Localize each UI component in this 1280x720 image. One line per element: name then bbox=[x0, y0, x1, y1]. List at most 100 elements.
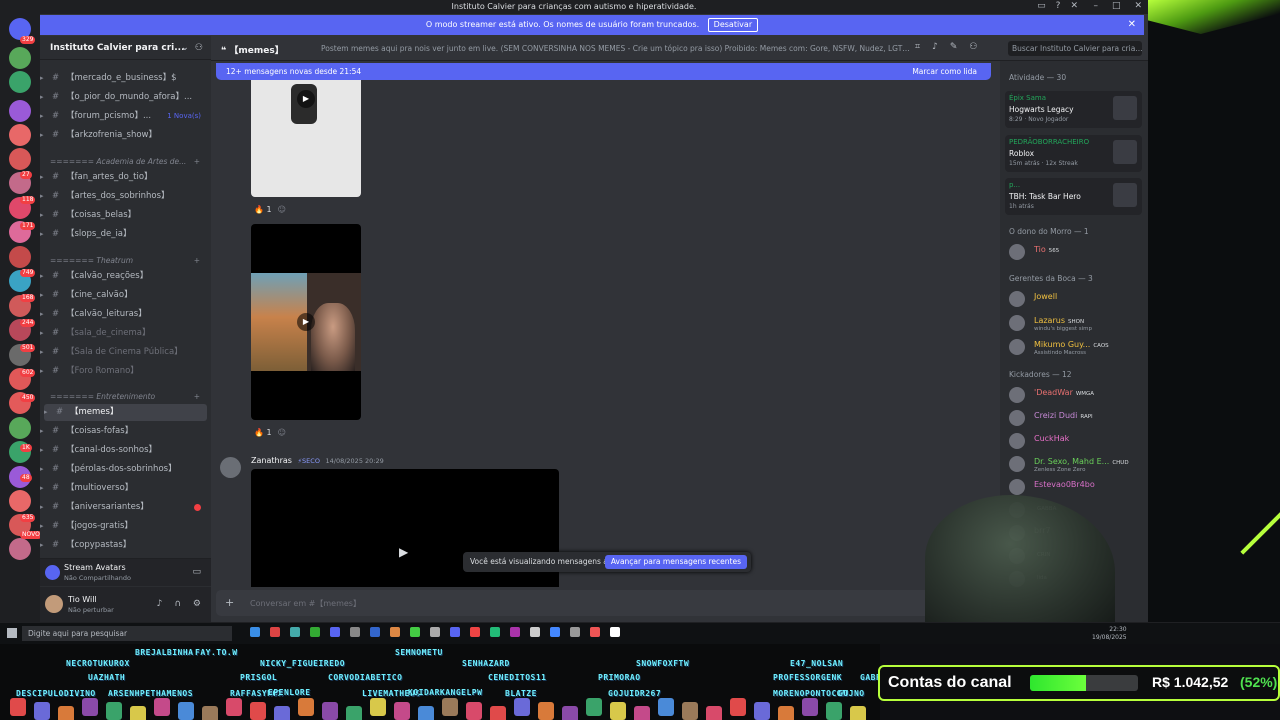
message-composer[interactable]: + Conversar em #【memes】 bbox=[216, 590, 991, 616]
channel-item[interactable]: ▸ # 【forum_pcismo】... 1 Nova(s) bbox=[40, 108, 211, 125]
channel-item[interactable]: ▸ # 【multioverso】 bbox=[40, 480, 211, 497]
taskbar-app-icon[interactable] bbox=[270, 627, 280, 637]
channel-item[interactable]: ▸ # 【Foro Romano】 bbox=[40, 363, 211, 380]
mark-read-button[interactable]: Marcar como lida bbox=[912, 63, 977, 80]
screen-share-icon[interactable]: ▭ bbox=[192, 567, 201, 577]
member-item[interactable]: 'DeadWar WMGA bbox=[1009, 385, 1145, 405]
composer-placeholder[interactable]: Conversar em #【memes】 bbox=[250, 598, 361, 609]
reaction-chip[interactable]: 🔥 1 bbox=[254, 425, 272, 441]
taskbar-app-icon[interactable] bbox=[610, 627, 620, 637]
taskbar-app-icon[interactable] bbox=[250, 627, 260, 637]
member-item[interactable]: Creizi Dudi RAPI bbox=[1009, 408, 1145, 428]
members-icon[interactable]: ⚇ bbox=[969, 42, 977, 52]
reaction-chip[interactable]: 🔥 1 bbox=[254, 202, 272, 218]
jump-to-present-button[interactable]: Avançar para mensagens recentes bbox=[604, 555, 747, 569]
taskbar-app-icon[interactable] bbox=[510, 627, 520, 637]
avatar[interactable] bbox=[1009, 244, 1025, 260]
avatar[interactable] bbox=[1009, 315, 1025, 331]
guild-icon[interactable] bbox=[9, 100, 31, 122]
guild-icon[interactable] bbox=[9, 148, 31, 170]
taskbar-app-icon[interactable] bbox=[550, 627, 560, 637]
activity-card[interactable]: p... TBH: Task Bar Hero 1h atrás bbox=[1005, 178, 1142, 215]
taskbar-app-icon[interactable] bbox=[390, 627, 400, 637]
channel-item[interactable]: ▸ # 【fan_artes_do_tio】 bbox=[40, 169, 211, 186]
channel-item[interactable]: ▸ # 【o_pior_do_mundo_afora】... bbox=[40, 89, 211, 106]
channel-item[interactable]: ▸ # 【artes_dos_sobrinhos】 bbox=[40, 188, 211, 205]
close-banner-icon[interactable]: ✕ bbox=[1128, 15, 1136, 35]
channel-item[interactable]: ▸ # 【slops_de_ia】 bbox=[40, 226, 211, 243]
disable-streamer-button[interactable]: Desativar bbox=[707, 18, 759, 32]
avatar[interactable] bbox=[1009, 291, 1025, 307]
channel-item[interactable]: ▸ # 【arkzofrenia_show】 bbox=[40, 127, 211, 144]
stream-avatars-panel[interactable]: Stream Avatars Não Compartilhando ▭ bbox=[40, 558, 211, 586]
windows-start-icon[interactable] bbox=[7, 628, 17, 638]
guild-icon[interactable] bbox=[9, 124, 31, 146]
channel-item[interactable]: ▸ # 【Sala de Cinema Pública】 bbox=[40, 344, 211, 361]
threads-icon[interactable]: ⌗ bbox=[915, 42, 920, 52]
guild-icon[interactable] bbox=[9, 417, 31, 439]
help-icon[interactable]: ? bbox=[1056, 0, 1061, 13]
play-icon[interactable]: ▶ bbox=[297, 90, 315, 108]
channel-item[interactable]: ▸ # 【aniversariantes】 bbox=[40, 499, 211, 516]
member-item[interactable]: Mikumo Guy... CAOS Assistindo Macross bbox=[1009, 337, 1145, 357]
attach-plus-icon[interactable]: + bbox=[225, 596, 234, 609]
avatar[interactable] bbox=[1009, 456, 1025, 472]
settings-gear-icon[interactable]: ⚙ bbox=[193, 599, 201, 609]
avatar[interactable] bbox=[1009, 387, 1025, 403]
taskbar-app-icon[interactable] bbox=[470, 627, 480, 637]
minimize-icon[interactable]: – bbox=[1093, 0, 1098, 13]
avatar[interactable] bbox=[1009, 339, 1025, 355]
member-item[interactable]: Estevao0Br4bo bbox=[1009, 477, 1145, 497]
taskbar-app-icon[interactable] bbox=[350, 627, 360, 637]
avatar[interactable] bbox=[1009, 410, 1025, 426]
taskbar-search[interactable]: Digite aqui para pesquisar bbox=[22, 626, 232, 641]
taskbar-app-icon[interactable] bbox=[570, 627, 580, 637]
activity-card[interactable]: PEDRÃOBORRACHEIRO Roblox 15m atrás · 12x S… bbox=[1005, 135, 1142, 172]
taskbar-app-icon[interactable] bbox=[530, 627, 540, 637]
taskbar-app-icon[interactable] bbox=[430, 627, 440, 637]
add-channel-icon[interactable]: + bbox=[194, 392, 200, 401]
member-item[interactable]: Jowell bbox=[1009, 289, 1145, 309]
headphones-icon[interactable]: ∩ bbox=[174, 599, 181, 609]
inbox-icon[interactable]: ▭ bbox=[1037, 0, 1046, 13]
channel-category[interactable]: ======= Academia de Artes de... + bbox=[50, 157, 210, 169]
channel-item[interactable]: ▸ # 【calvão_leituras】 bbox=[40, 306, 211, 323]
taskbar-app-icon[interactable] bbox=[290, 627, 300, 637]
video-attachment[interactable]: ▶ bbox=[251, 224, 361, 420]
channel-item[interactable]: ▸ # 【coisas_belas】 bbox=[40, 207, 211, 224]
maximize-icon[interactable]: □ bbox=[1112, 0, 1121, 13]
guild-icon[interactable] bbox=[9, 490, 31, 512]
channel-item[interactable]: ▸ # 【copypastas】 bbox=[40, 537, 211, 554]
taskbar-app-icon[interactable] bbox=[310, 627, 320, 637]
add-reaction-icon[interactable]: ☺ bbox=[278, 425, 286, 441]
play-icon[interactable]: ▶ bbox=[399, 545, 408, 559]
search-input[interactable]: Buscar Instituto Calvier para cria... bbox=[1008, 41, 1142, 56]
avatar[interactable] bbox=[45, 595, 63, 613]
taskbar-app-icon[interactable] bbox=[490, 627, 500, 637]
guild-icon[interactable] bbox=[9, 47, 31, 69]
channel-category[interactable]: ======= Theatrum + bbox=[50, 256, 210, 268]
close-window-icon[interactable]: ✕ bbox=[1134, 0, 1142, 13]
server-header[interactable]: Instituto Calvier para cri... ⌄ ⚇ bbox=[40, 36, 211, 60]
pin-icon[interactable]: ✎ bbox=[950, 42, 958, 52]
taskbar-app-icon[interactable] bbox=[330, 627, 340, 637]
add-channel-icon[interactable]: + bbox=[194, 256, 200, 265]
guild-icon[interactable] bbox=[9, 71, 31, 93]
channel-item[interactable]: ▸ # 【coisas-fofas】 bbox=[40, 423, 211, 440]
taskbar-app-icon[interactable] bbox=[590, 627, 600, 637]
channel-item[interactable]: ▸ # 【canal-dos-sonhos】 bbox=[40, 442, 211, 459]
member-item[interactable]: Dr. Sexo, Mahd E... CHUD Zenless Zone Zero bbox=[1009, 454, 1145, 474]
activity-card[interactable]: Épix Sama Hogwarts Legacy 8:29 · Novo Joga… bbox=[1005, 91, 1142, 128]
tools-icon[interactable]: ✕ bbox=[1070, 0, 1078, 13]
channel-item[interactable]: ▸ # 【calvão_reações】 bbox=[40, 268, 211, 285]
taskbar-clock[interactable]: 22:30 19/08/2025 bbox=[1092, 626, 1127, 642]
bell-icon[interactable]: ♪ bbox=[932, 42, 938, 52]
channel-item[interactable]: ▸ # 【jogos-gratis】 bbox=[40, 518, 211, 535]
channel-item[interactable]: ▸ # 【mercado_e_business】$ bbox=[40, 70, 211, 87]
add-reaction-icon[interactable]: ☺ bbox=[278, 202, 286, 218]
member-item[interactable]: Lazarus SHON windu's biggest simp bbox=[1009, 313, 1145, 333]
channel-item[interactable]: ▸ # 【cine_calvão】 bbox=[40, 287, 211, 304]
video-attachment[interactable]: ▶ bbox=[251, 80, 361, 197]
channel-topic[interactable]: Postem memes aqui pra nois ver junto em … bbox=[321, 44, 911, 53]
taskbar-app-icon[interactable] bbox=[450, 627, 460, 637]
